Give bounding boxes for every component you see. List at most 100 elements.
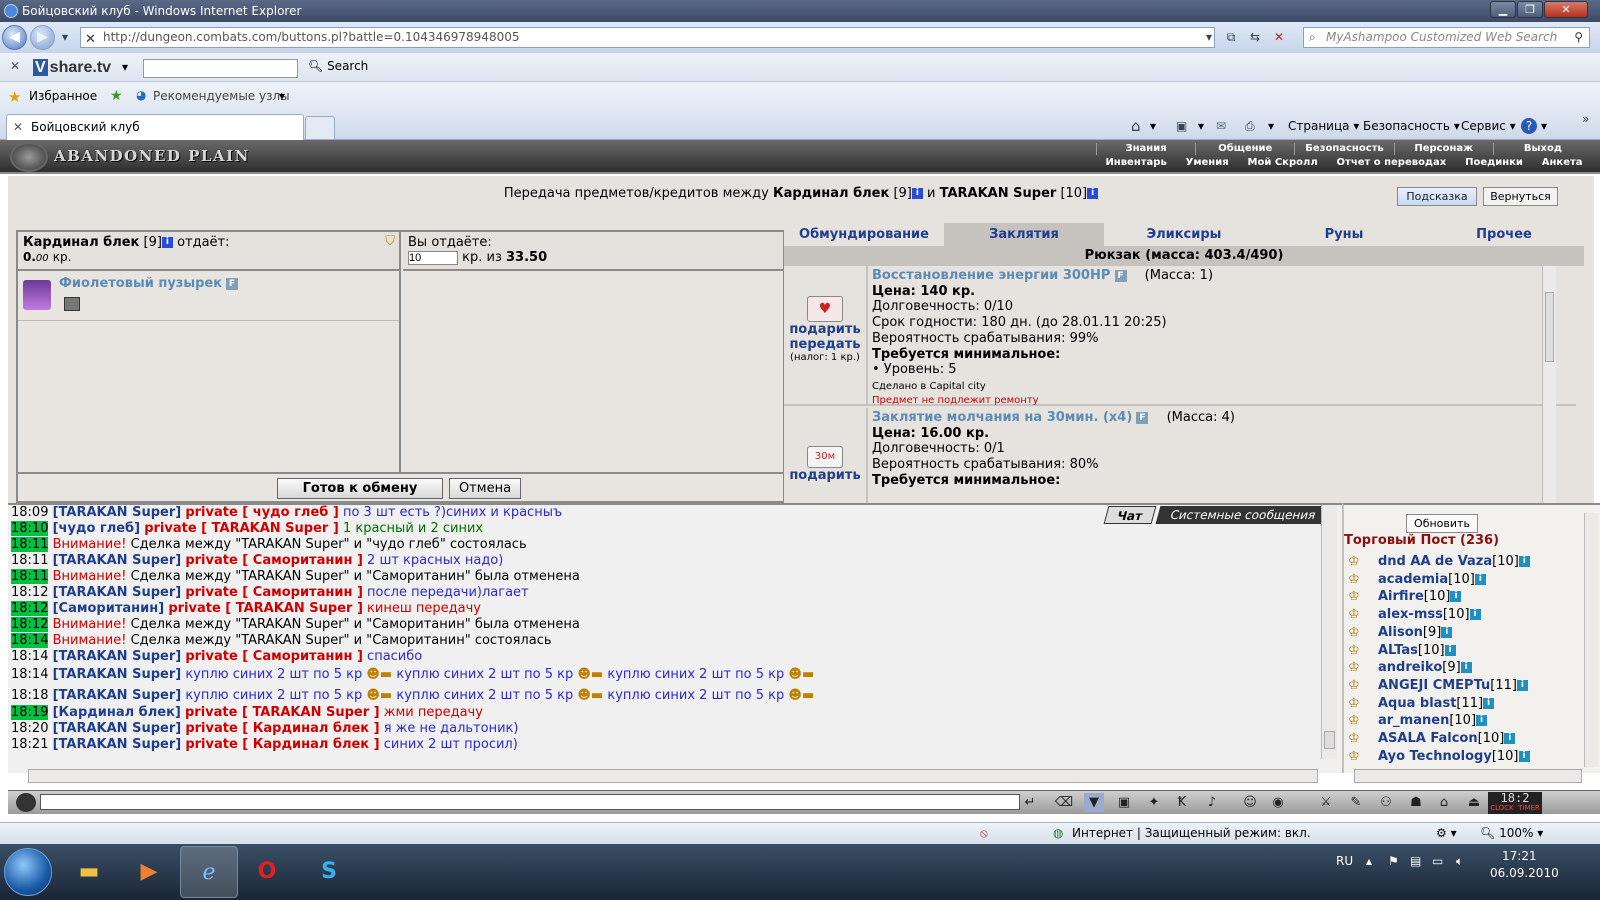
inventory-scrollbar[interactable] [1542,266,1556,503]
clock-widget[interactable]: 18:2 CLOCK TIMER [1488,792,1542,814]
exit-icon[interactable]: ⏏ [1464,793,1484,812]
sound-icon[interactable]: ♪ [1202,793,1222,812]
menu-character[interactable]: Персонаж [1393,143,1493,155]
translit-icon[interactable]: Ꝁ [1172,793,1192,812]
chat-time[interactable]: 18:14 [11,649,48,664]
player-name[interactable]: ASALA Falcon [1378,731,1478,746]
save-icon[interactable]: ▣ [1114,793,1134,812]
trade-crown-icon[interactable]: ♔ [1348,572,1366,587]
action-center-icon[interactable]: ⚑ [1388,854,1399,868]
tray-device-icon[interactable]: ▤ [1410,854,1421,868]
search-icon[interactable]: ⚲ [1574,28,1583,47]
player-info-icon[interactable]: i [1518,750,1530,762]
stop-icon[interactable]: ✕ [1270,28,1288,46]
player-info-icon[interactable]: i [1469,609,1481,621]
menu-exit[interactable]: Выход [1492,143,1592,155]
chat-author[interactable]: [TARAKAN Super] [53,505,182,520]
send-icon[interactable]: ↵ [1020,793,1040,812]
chat-author[interactable]: [TARAKAN Super] [53,649,182,664]
history-dropdown-icon[interactable]: ▾ [58,28,72,46]
menu-profile[interactable]: Анкета [1542,157,1583,169]
fighters-icon[interactable]: ✦ [1144,793,1164,812]
chat-private-target[interactable]: private [ Кардинал блек ] [185,737,379,752]
tab-runes[interactable]: Руны [1264,223,1424,246]
refresh-icon[interactable]: ⇆ [1246,28,1264,46]
player-name[interactable]: Airfire [1378,589,1424,604]
tab-equipment[interactable]: Обмундирование [784,223,944,246]
skype-taskbar-icon[interactable]: S [300,846,358,898]
tools-menu[interactable]: Сервис ▾ [1461,117,1516,135]
ie-taskbar-icon[interactable]: ℯ [180,846,238,898]
player-name[interactable]: ALTas [1378,643,1418,658]
popup-blocked-icon[interactable]: ⦸ [980,823,988,843]
trade-crown-icon[interactable]: ♔ [1348,607,1366,622]
mail-icon[interactable]: ✉ [1216,117,1226,135]
roster-player[interactable]: dnd AA de Vaza[10] i [1378,553,1530,570]
item1-name[interactable]: Восстановление энергии 300HP [872,268,1110,283]
chat-time[interactable]: 18:20 [11,721,48,736]
taskbar-date[interactable]: 06.09.2010 [1490,866,1559,880]
scroll-icon[interactable]: ✎ [1346,793,1366,812]
item1-info-icon[interactable]: F [1114,269,1127,282]
trade-crown-icon[interactable]: ♔ [1348,643,1366,658]
start-button[interactable] [4,848,52,896]
add-favorite-icon[interactable]: ★ [110,88,123,104]
chat-private-target[interactable]: private [ Самоританин ] [185,649,363,664]
roster-player[interactable]: Alison[9] i [1378,624,1453,641]
trade-crown-icon[interactable]: ♔ [1348,589,1366,604]
item1-give-link[interactable]: передать [784,337,866,352]
tab-system-messages[interactable]: Системные сообщения [1155,506,1331,524]
menu-skills[interactable]: Умения [1186,157,1229,169]
tab-spells[interactable]: Заклятия [944,223,1104,246]
chat-time[interactable]: 18:11 [11,537,49,552]
player-name[interactable]: alex-mss [1378,607,1443,622]
suggested-sites-link[interactable]: Рекомендуемые узлы [153,89,290,103]
help-dropdown-icon[interactable]: ▾ [1541,117,1547,135]
chat-private-target[interactable]: private [ Самоританин ] [185,585,363,600]
chat-private-target[interactable]: private [ TARAKAN Super ] [168,601,363,616]
chat-author[interactable]: [TARAKAN Super] [53,688,182,703]
network-icon[interactable]: ▭ [1432,854,1443,868]
player-info-icon[interactable]: i [1441,626,1453,638]
player-name[interactable]: andreiko [1378,660,1442,675]
chat-time[interactable]: 18:18 [11,688,48,703]
roster-player[interactable]: ANGEJI CMEPTu[11] i [1378,677,1528,694]
chat-private-target[interactable]: private [ Кардинал блек ] [185,721,379,736]
address-dropdown-icon[interactable]: ▾ [1200,28,1218,46]
chat-author[interactable]: [чудо глеб] [53,521,140,536]
item2-gift-link[interactable]: подарить [784,468,866,483]
chat-hscrollbar[interactable] [28,769,1318,783]
new-tab-button[interactable] [305,116,335,139]
chat-time[interactable]: 18:10 [11,521,49,536]
hint-button[interactable]: Подсказка [1397,187,1477,206]
inventory-scroll-thumb[interactable] [1545,292,1554,362]
opera-taskbar-icon[interactable]: O [238,846,296,898]
security-zone[interactable]: Интернет | Защищенный режим: вкл. [1072,823,1311,843]
chat-time[interactable]: 18:12 [11,617,49,632]
chat-time[interactable]: 18:19 [11,705,49,720]
chat-scroll-thumb[interactable] [1324,731,1335,749]
media-player-taskbar-icon[interactable]: ▶ [120,846,178,898]
menu-inventory[interactable]: Инвентарь [1105,157,1166,169]
tab-chat[interactable]: Чат [1103,506,1157,524]
chat-private-target[interactable]: private [ чудо глеб ] [185,505,338,520]
credits-amount-input[interactable] [408,251,458,265]
menu-communication[interactable]: Общение [1195,143,1294,155]
player-name[interactable]: Ayo Technology [1378,749,1492,764]
sharetv-menu-icon[interactable]: ▾ [122,60,128,74]
menu-scroll[interactable]: Мой Скролл [1248,157,1318,169]
trade-crown-icon[interactable]: ♔ [1348,713,1366,728]
chat-author[interactable]: [Кардинал блек] [53,705,181,720]
menu-transfer-report[interactable]: Отчет о переводах [1337,157,1447,169]
tab-elixirs[interactable]: Эликсиры [1104,223,1264,246]
item2-name[interactable]: Заклятие молчания на 30мин. (x4) [872,410,1132,425]
roster-player[interactable]: Ayo Technology[10] i [1378,748,1530,765]
roster-player[interactable]: academia[10] i [1378,571,1486,588]
toolbar-search-button[interactable]: 🔍︎ Search [308,59,368,73]
roster-player[interactable]: ASALA Falcon[10] i [1378,730,1516,747]
chat-author[interactable]: [TARAKAN Super] [53,721,182,736]
player-name[interactable]: Alison [1378,625,1423,640]
item1-gift-link[interactable]: подарить [784,322,866,337]
smile-icon[interactable]: ☺ [1240,793,1260,812]
close-toolbar-icon[interactable]: ✕ [10,59,20,73]
